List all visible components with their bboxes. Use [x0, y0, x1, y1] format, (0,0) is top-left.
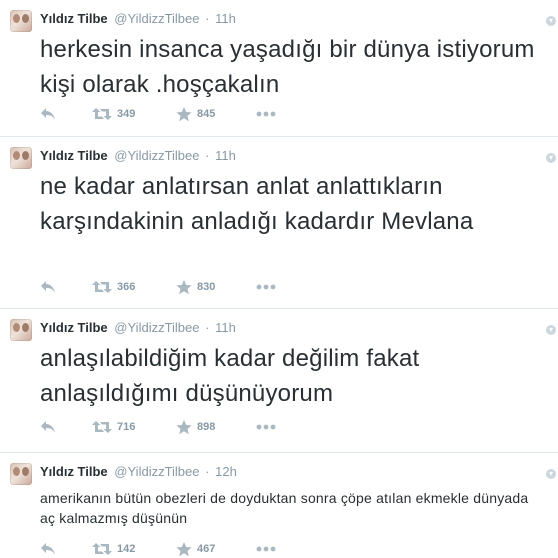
avatar[interactable]: [10, 10, 32, 32]
author-handle[interactable]: @YildizzTilbee: [114, 148, 199, 163]
more-dots-icon: [256, 111, 276, 117]
reply-icon: [41, 543, 55, 555]
reply-icon: [41, 281, 55, 293]
timestamp[interactable]: 11h: [215, 148, 236, 163]
reply-button[interactable]: [40, 539, 56, 558]
caret-down-icon[interactable]: ▾: [546, 16, 556, 26]
more-button[interactable]: [256, 277, 276, 297]
favorite-count: 898: [197, 421, 216, 433]
retweet-count: 366: [117, 281, 136, 293]
retweet-count: 716: [117, 421, 136, 433]
reply-button[interactable]: [40, 104, 56, 124]
timestamp[interactable]: 11h: [215, 320, 236, 335]
favorite-button[interactable]: 467: [176, 539, 215, 558]
retweet-count: 142: [117, 543, 136, 555]
more-button[interactable]: [256, 539, 276, 558]
author-handle[interactable]: @YildizzTilbee: [114, 464, 199, 479]
avatar[interactable]: [10, 463, 32, 485]
retweet-button[interactable]: 366: [92, 277, 135, 297]
reply-icon: [41, 421, 55, 433]
separator: ·: [205, 148, 210, 163]
favorite-count: 830: [197, 281, 216, 293]
avatar[interactable]: [10, 147, 32, 169]
tweet-text: herkesin insanca yaşadığı bir dünya isti…: [40, 36, 535, 98]
separator: ·: [205, 11, 210, 26]
star-icon: [176, 541, 192, 556]
tweet-header: Yıldız Tilbe @YildizzTilbee · 11h: [40, 11, 236, 27]
separator: ·: [205, 464, 210, 479]
retweet-button[interactable]: 142: [92, 539, 135, 558]
author-handle[interactable]: @YildizzTilbee: [114, 11, 199, 26]
favorite-button[interactable]: 898: [176, 417, 215, 437]
retweet-icon: [92, 108, 112, 120]
separator: ·: [205, 320, 210, 335]
tweet[interactable]: Yıldız Tilbe @YildizzTilbee · 11h ▾ herk…: [0, 0, 558, 137]
star-icon: [176, 419, 192, 434]
favorite-button[interactable]: 845: [176, 104, 215, 124]
author-handle[interactable]: @YildizzTilbee: [114, 320, 199, 335]
tweet[interactable]: Yıldız Tilbe @YildizzTilbee · 11h ▾ anla…: [0, 309, 558, 453]
more-dots-icon: [256, 546, 276, 552]
retweet-button[interactable]: 349: [92, 104, 135, 124]
retweet-button[interactable]: 716: [92, 417, 135, 437]
author-name[interactable]: Yıldız Tilbe: [40, 148, 108, 163]
tweet-text: amerikanın bütün obezleri de doyduktan s…: [40, 490, 529, 526]
caret-down-icon[interactable]: ▾: [546, 153, 556, 163]
tweet-header: Yıldız Tilbe @YildizzTilbee · 11h: [40, 148, 236, 164]
tweet[interactable]: Yıldız Tilbe @YildizzTilbee · 12h ▾ amer…: [0, 453, 558, 558]
timestamp[interactable]: 11h: [215, 11, 236, 26]
avatar[interactable]: [10, 319, 32, 341]
favorite-count: 467: [197, 543, 216, 555]
tweet[interactable]: Yıldız Tilbe @YildizzTilbee · 11h ▾ ne k…: [0, 137, 558, 309]
retweet-icon: [92, 281, 112, 293]
timestamp[interactable]: 12h: [215, 464, 237, 479]
author-name[interactable]: Yıldız Tilbe: [40, 320, 108, 335]
more-dots-icon: [256, 424, 276, 430]
star-icon: [176, 279, 192, 294]
reply-button[interactable]: [40, 277, 56, 297]
caret-down-icon[interactable]: ▾: [546, 469, 556, 479]
retweet-icon: [92, 543, 112, 555]
more-button[interactable]: [256, 417, 276, 437]
tweet-header: Yıldız Tilbe @YildizzTilbee · 11h: [40, 320, 236, 336]
more-button[interactable]: [256, 104, 276, 124]
tweet-feed: Yıldız Tilbe @YildizzTilbee · 11h ▾ herk…: [0, 0, 558, 558]
retweet-icon: [92, 421, 112, 433]
star-icon: [176, 106, 192, 121]
tweet-header: Yıldız Tilbe @YildizzTilbee · 12h: [40, 464, 237, 480]
favorite-button[interactable]: 830: [176, 277, 215, 297]
author-name[interactable]: Yıldız Tilbe: [40, 464, 108, 479]
retweet-count: 349: [117, 108, 136, 120]
reply-icon: [41, 108, 55, 120]
tweet-text: anlaşılabildiğim kadar değilim fakat anl…: [40, 345, 420, 407]
favorite-count: 845: [197, 108, 216, 120]
reply-button[interactable]: [40, 417, 56, 437]
tweet-text: ne kadar anlatırsan anlat anlattıkların …: [40, 173, 474, 235]
more-dots-icon: [256, 284, 276, 290]
caret-down-icon[interactable]: ▾: [546, 325, 556, 335]
author-name[interactable]: Yıldız Tilbe: [40, 11, 108, 26]
